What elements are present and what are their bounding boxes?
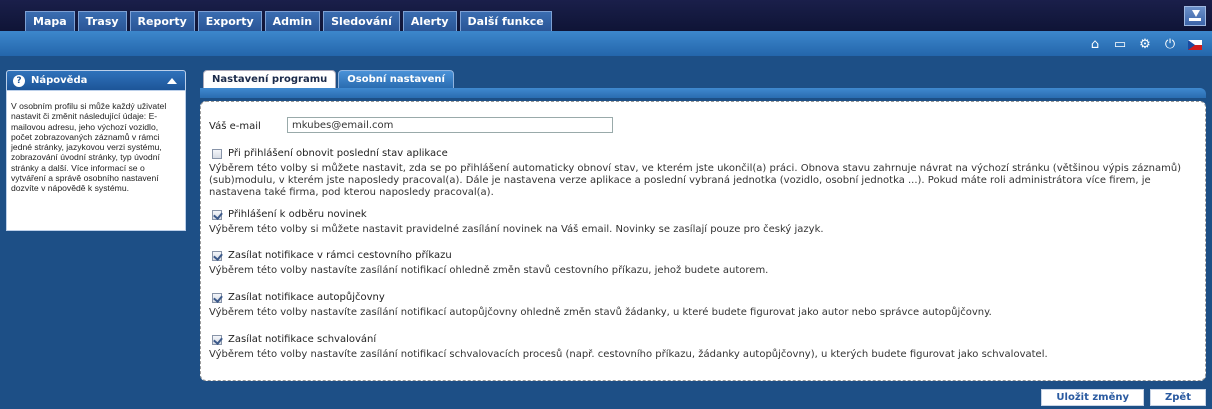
- download-icon[interactable]: [1184, 6, 1206, 26]
- option-description: Výběrem této volby nastavíte zasílání no…: [209, 307, 992, 318]
- option-description: Výběrem této volby si můžete nastavit pr…: [209, 224, 824, 235]
- option-description: Výběrem této volby nastavíte zasílání no…: [209, 349, 1048, 360]
- option-approval-notifications: Zasílat notifikace schvalování Výběrem t…: [209, 334, 1199, 361]
- option-description: Výběrem této volby si můžete nastavit, z…: [209, 163, 1182, 198]
- option-label: Zasílat notifikace v rámci cestovního př…: [228, 250, 452, 261]
- panel-header-bar: [200, 88, 1206, 98]
- form-actions: Uložit změny Zpět: [1041, 389, 1206, 406]
- car-rental-checkbox[interactable]: [212, 293, 222, 303]
- nav-tab-trasy[interactable]: Trasy: [77, 11, 127, 31]
- nav-tab-exporty[interactable]: Exporty: [197, 11, 262, 31]
- nav-tab-dalsi-funkce[interactable]: Další funkce: [459, 11, 552, 31]
- folder-icon[interactable]: ▭: [1113, 38, 1127, 52]
- travel-order-checkbox[interactable]: [212, 251, 222, 261]
- help-icon: ?: [13, 75, 25, 87]
- settings-icon[interactable]: ⚙: [1138, 38, 1152, 52]
- nav-tab-alerty[interactable]: Alerty: [402, 11, 457, 31]
- nav-tab-admin[interactable]: Admin: [264, 11, 321, 31]
- option-car-rental-notifications: Zasílat notifikace autopůjčovny Výběrem …: [209, 292, 1199, 319]
- save-button[interactable]: Uložit změny: [1041, 389, 1145, 406]
- flag-cz-icon[interactable]: [1188, 40, 1202, 50]
- main-nav: Mapa Trasy Reporty Exporty Admin Sledová…: [25, 11, 552, 31]
- settings-tabs: Nastavení programu Osobní nastavení: [203, 70, 454, 89]
- home-icon[interactable]: ⌂: [1088, 38, 1102, 52]
- nav-tab-reporty[interactable]: Reporty: [129, 11, 195, 31]
- tab-program-settings[interactable]: Nastavení programu: [203, 70, 337, 89]
- option-restore-state: Při přihlášení obnovit poslední stav apl…: [209, 148, 1199, 199]
- restore-state-checkbox[interactable]: [212, 149, 222, 159]
- option-label: Zasílat notifikace autopůjčovny: [228, 292, 385, 303]
- back-button[interactable]: Zpět: [1150, 389, 1206, 406]
- nav-tab-sledovani[interactable]: Sledování: [323, 11, 400, 31]
- option-label: Přihlášení k odběru novinek: [228, 209, 367, 220]
- help-title: Nápověda: [31, 75, 88, 86]
- help-panel-header[interactable]: ? Nápověda: [6, 70, 186, 91]
- nav-tab-mapa[interactable]: Mapa: [25, 11, 75, 31]
- approval-checkbox[interactable]: [212, 335, 222, 345]
- newsletter-checkbox[interactable]: [212, 210, 222, 220]
- toolbar: ⌂ ▭ ⚙ ⏻: [0, 31, 1212, 56]
- top-header: Mapa Trasy Reporty Exporty Admin Sledová…: [0, 0, 1212, 31]
- email-label: Váš e-mail: [209, 121, 261, 132]
- settings-panel: Váš e-mail Při přihlášení obnovit posled…: [200, 101, 1206, 381]
- tab-personal-settings[interactable]: Osobní nastavení: [338, 70, 454, 89]
- power-icon[interactable]: ⏻: [1163, 38, 1177, 52]
- option-newsletter: Přihlášení k odběru novinek Výběrem této…: [209, 209, 1199, 236]
- help-panel-body: V osobním profilu si může každý uživatel…: [6, 91, 186, 231]
- email-field[interactable]: [287, 117, 613, 133]
- option-label: Zasílat notifikace schvalování: [228, 334, 377, 345]
- option-travel-order-notifications: Zasílat notifikace v rámci cestovního př…: [209, 250, 1199, 277]
- option-description: Výběrem této volby nastavíte zasílání no…: [209, 265, 769, 276]
- option-label: Při přihlášení obnovit poslední stav apl…: [228, 148, 448, 159]
- collapse-arrow-icon[interactable]: [167, 78, 177, 84]
